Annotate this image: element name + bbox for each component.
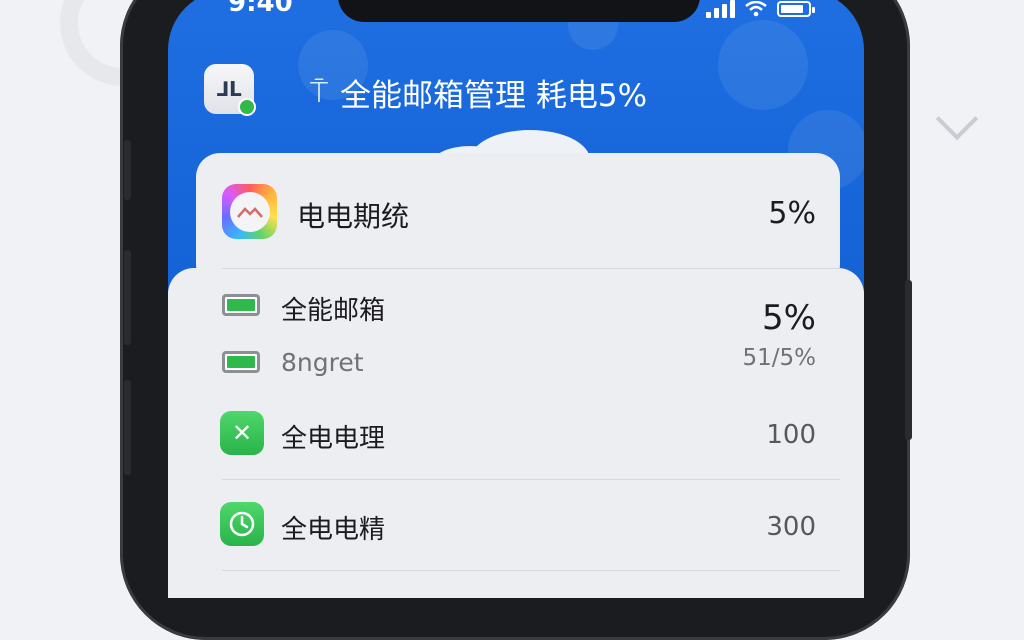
battery-status-icon bbox=[777, 1, 815, 17]
battery-icon bbox=[222, 294, 260, 316]
clock-glyph-icon bbox=[229, 511, 255, 537]
divider bbox=[222, 479, 840, 480]
list-item-value: 51/5% bbox=[742, 345, 816, 371]
clock-icon bbox=[220, 502, 264, 546]
mail-icon bbox=[222, 184, 277, 239]
mail-wave-icon bbox=[236, 206, 263, 218]
background-bubble bbox=[718, 20, 808, 110]
app-icon[interactable]: ⅃L bbox=[204, 64, 256, 116]
list-item-label[interactable]: 8ngret bbox=[281, 348, 364, 377]
notch bbox=[338, 0, 700, 22]
page-title: ⍑ 全能邮箱管理 耗电5% bbox=[310, 70, 647, 115]
list-item-label[interactable]: 全电电精 bbox=[281, 509, 385, 546]
status-bar-icons bbox=[706, 0, 815, 18]
status-dot-icon bbox=[238, 98, 256, 116]
list-item-value: 100 bbox=[766, 420, 816, 450]
signal-icon bbox=[706, 0, 735, 18]
list-item-value: 300 bbox=[766, 512, 816, 542]
app-x-icon: ✕ bbox=[220, 411, 264, 455]
battery-icon bbox=[222, 351, 260, 373]
phone-side-button bbox=[124, 380, 131, 475]
x-glyph: ✕ bbox=[231, 419, 253, 447]
app-logo-glyph: ⅃L bbox=[216, 77, 242, 101]
list-item-label[interactable]: 全能邮箱 bbox=[281, 290, 385, 327]
wifi-icon bbox=[745, 1, 767, 17]
list-item-value: 5% bbox=[762, 298, 816, 338]
phone-side-button bbox=[124, 250, 131, 345]
divider bbox=[222, 268, 840, 269]
summary-value: 5% bbox=[768, 196, 816, 231]
divider bbox=[222, 570, 840, 571]
page-title-text: 全能邮箱管理 耗电5% bbox=[340, 78, 648, 114]
antenna-icon: ⍑ bbox=[310, 75, 328, 110]
summary-label: 电电期统 bbox=[297, 200, 410, 233]
chevron-down-icon bbox=[935, 97, 979, 141]
phone-side-button bbox=[124, 140, 131, 200]
phone-power-button bbox=[905, 280, 912, 440]
list-item-label[interactable]: 全电电理 bbox=[281, 418, 385, 455]
status-time: 9:40 bbox=[228, 0, 293, 18]
